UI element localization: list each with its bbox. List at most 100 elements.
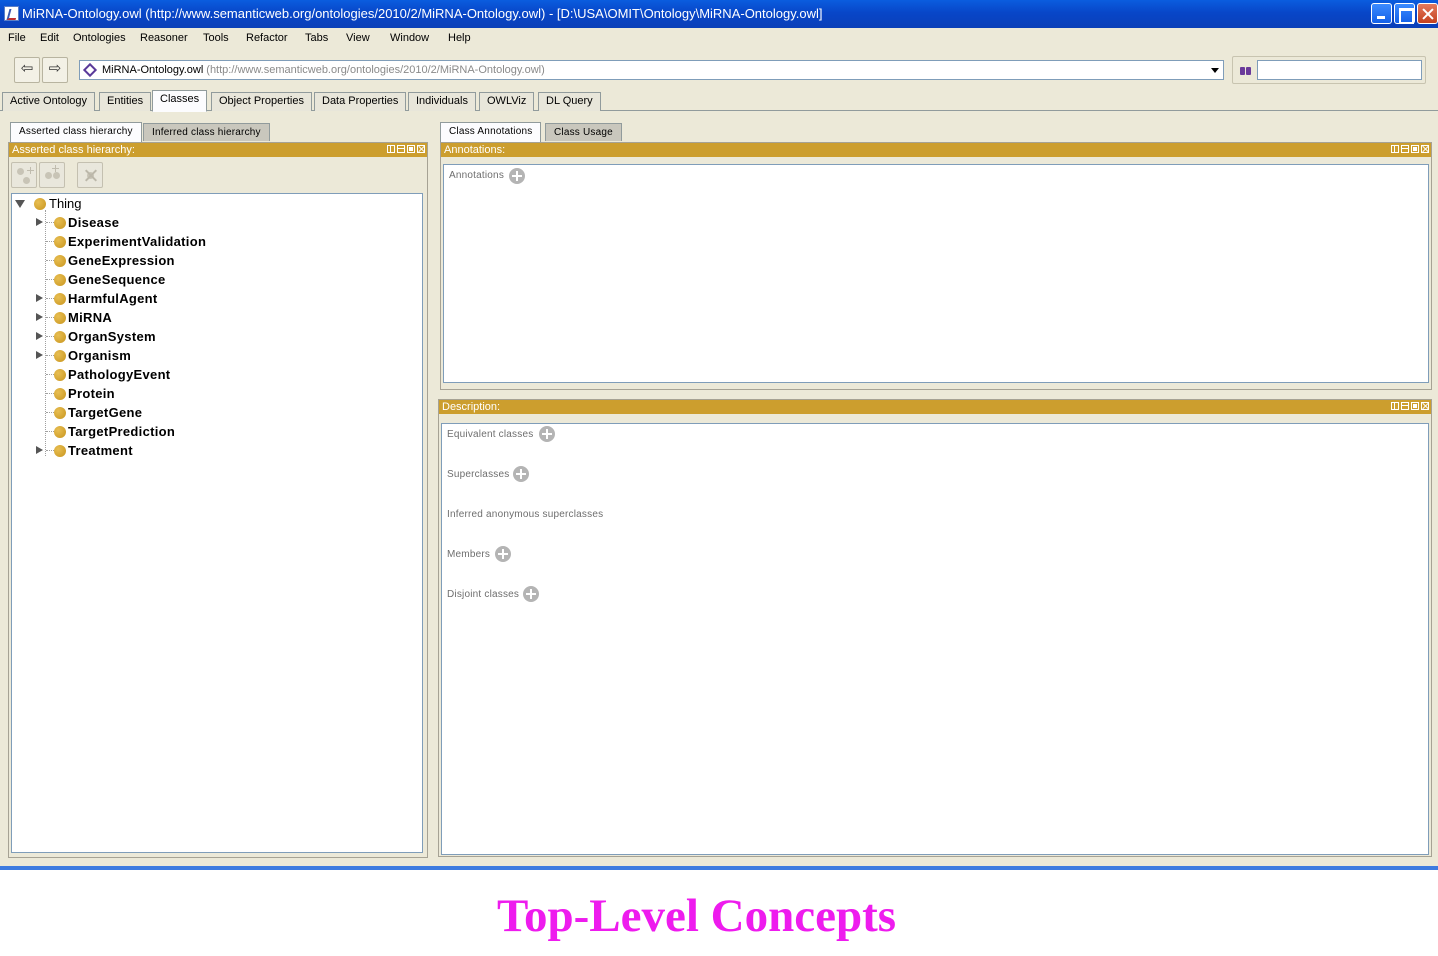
add-subclass-button[interactable] xyxy=(11,162,37,188)
float-view-icon[interactable] xyxy=(1411,402,1419,410)
tree-node-label: OrganSystem xyxy=(68,329,156,344)
class-hierarchy-pane: Asserted class hierarchy Inferred class … xyxy=(4,116,430,860)
expand-icon[interactable] xyxy=(36,294,43,302)
class-icon xyxy=(54,426,66,438)
delete-class-button[interactable] xyxy=(77,162,103,188)
close-view-icon[interactable] xyxy=(417,145,425,153)
view-title: Description: xyxy=(442,401,501,413)
expand-icon[interactable] xyxy=(36,446,43,454)
expand-icon[interactable] xyxy=(36,351,43,359)
add-member-button[interactable] xyxy=(495,546,511,562)
protege-window: MiRNA-Ontology.owl (http://www.semanticw… xyxy=(0,0,1438,866)
minimize-view-icon[interactable] xyxy=(397,145,405,153)
tree-node-label: PathologyEvent xyxy=(68,367,171,382)
chevron-down-icon[interactable] xyxy=(1207,61,1223,79)
tab-owlviz[interactable]: OWLViz xyxy=(479,92,535,111)
tab-class-usage[interactable]: Class Usage xyxy=(545,123,622,141)
window-title: MiRNA-Ontology.owl (http://www.semanticw… xyxy=(22,6,823,21)
back-button[interactable]: ⇦ xyxy=(14,57,40,83)
minimize-view-icon[interactable] xyxy=(1401,145,1409,153)
float-view-icon[interactable] xyxy=(1411,145,1419,153)
class-tree[interactable]: Thing Disease ExperimentValidation GeneExp… xyxy=(11,193,423,853)
close-view-icon[interactable] xyxy=(1421,145,1429,153)
toolbar: ⇦ ⇨ MiRNA-Ontology.owl (http://www.semant… xyxy=(0,52,1438,88)
tree-node-label: GeneSequence xyxy=(68,272,166,287)
tab-dl-query[interactable]: DL Query xyxy=(538,92,601,111)
add-equivalent-class-button[interactable] xyxy=(539,426,555,442)
tree-node-label: Treatment xyxy=(68,443,133,458)
collapse-icon[interactable] xyxy=(15,200,25,208)
minimize-view-icon[interactable] xyxy=(1401,402,1409,410)
tree-node-label: TargetPrediction xyxy=(68,424,176,439)
menu-file[interactable]: File xyxy=(8,32,26,44)
minimize-button[interactable] xyxy=(1371,3,1392,24)
split-view-icon[interactable] xyxy=(1391,145,1399,153)
back-arrow-icon: ⇦ xyxy=(20,60,34,77)
tab-classes[interactable]: Classes xyxy=(152,90,208,112)
tree-node-label: HarmfulAgent xyxy=(68,291,158,306)
title-bar: MiRNA-Ontology.owl (http://www.semanticw… xyxy=(0,0,1438,28)
menu-help[interactable]: Help xyxy=(448,32,471,44)
plus-icon xyxy=(52,165,59,172)
class-icon xyxy=(54,350,66,362)
menu-tabs[interactable]: Tabs xyxy=(305,32,328,44)
tab-asserted-class-hierarchy[interactable]: Asserted class hierarchy xyxy=(10,122,142,142)
class-icon xyxy=(54,407,66,419)
active-ontology-selector[interactable]: MiRNA-Ontology.owl (http://www.semanticwe… xyxy=(79,60,1224,80)
add-annotation-button[interactable] xyxy=(509,168,525,184)
tree-node-label: Protein xyxy=(68,386,115,401)
menu-refactor[interactable]: Refactor xyxy=(246,32,288,44)
tab-data-properties[interactable]: Data Properties xyxy=(314,92,407,111)
class-icon xyxy=(54,274,66,286)
tab-active-ontology[interactable]: Active Ontology xyxy=(2,92,96,111)
plus-icon xyxy=(27,167,34,174)
view-controls xyxy=(385,145,425,155)
ontology-uri: (http://www.semanticweb.org/ontologies/2… xyxy=(206,64,545,76)
class-icon xyxy=(34,198,46,210)
menu-ontologies[interactable]: Ontologies xyxy=(73,32,126,44)
class-icon xyxy=(17,168,24,175)
entity-search-input[interactable] xyxy=(1257,60,1422,80)
expand-icon[interactable] xyxy=(36,218,43,226)
expand-icon[interactable] xyxy=(36,313,43,321)
tab-inferred-class-hierarchy[interactable]: Inferred class hierarchy xyxy=(143,123,270,141)
slide-caption: Top-Level Concepts xyxy=(496,890,897,942)
split-view-icon[interactable] xyxy=(387,145,395,153)
tab-object-properties[interactable]: Object Properties xyxy=(211,92,312,111)
add-superclass-button[interactable] xyxy=(513,466,529,482)
menu-edit[interactable]: Edit xyxy=(40,32,59,44)
class-icon xyxy=(54,312,66,324)
disjoint-classes-label: Disjoint classes xyxy=(447,589,520,600)
close-view-icon[interactable] xyxy=(1421,402,1429,410)
expand-icon[interactable] xyxy=(36,332,43,340)
float-view-icon[interactable] xyxy=(407,145,415,153)
class-icon xyxy=(54,331,66,343)
tab-class-annotations[interactable]: Class Annotations xyxy=(440,122,542,142)
menu-view[interactable]: View xyxy=(346,32,370,44)
menu-window[interactable]: Window xyxy=(390,32,429,44)
protege-app-icon xyxy=(4,6,19,21)
tree-node-label: GeneExpression xyxy=(68,253,175,268)
class-icon xyxy=(54,293,66,305)
split-view-icon[interactable] xyxy=(1391,402,1399,410)
tab-individuals[interactable]: Individuals xyxy=(408,92,476,111)
binoculars-icon[interactable] xyxy=(1240,65,1252,75)
forward-button[interactable]: ⇨ xyxy=(42,57,68,83)
menu-reasoner[interactable]: Reasoner xyxy=(140,32,188,44)
view-header: Description: xyxy=(439,400,1431,414)
menu-tools[interactable]: Tools xyxy=(203,32,229,44)
maximize-button[interactable] xyxy=(1394,3,1415,24)
annotations-view: Annotations: Annotations xyxy=(440,142,1432,390)
view-title: Asserted class hierarchy: xyxy=(12,144,135,156)
class-icon xyxy=(45,172,52,179)
add-sibling-class-button[interactable] xyxy=(39,162,65,188)
close-button[interactable] xyxy=(1417,3,1438,24)
tree-node-label: ExperimentValidation xyxy=(68,234,207,249)
class-icon xyxy=(53,172,60,179)
search-group xyxy=(1232,56,1426,84)
class-icon xyxy=(54,217,66,229)
tab-entities[interactable]: Entities xyxy=(99,92,152,111)
view-header: Annotations: xyxy=(441,143,1431,157)
add-disjoint-class-button[interactable] xyxy=(523,586,539,602)
annotations-label: Annotations xyxy=(449,170,505,181)
